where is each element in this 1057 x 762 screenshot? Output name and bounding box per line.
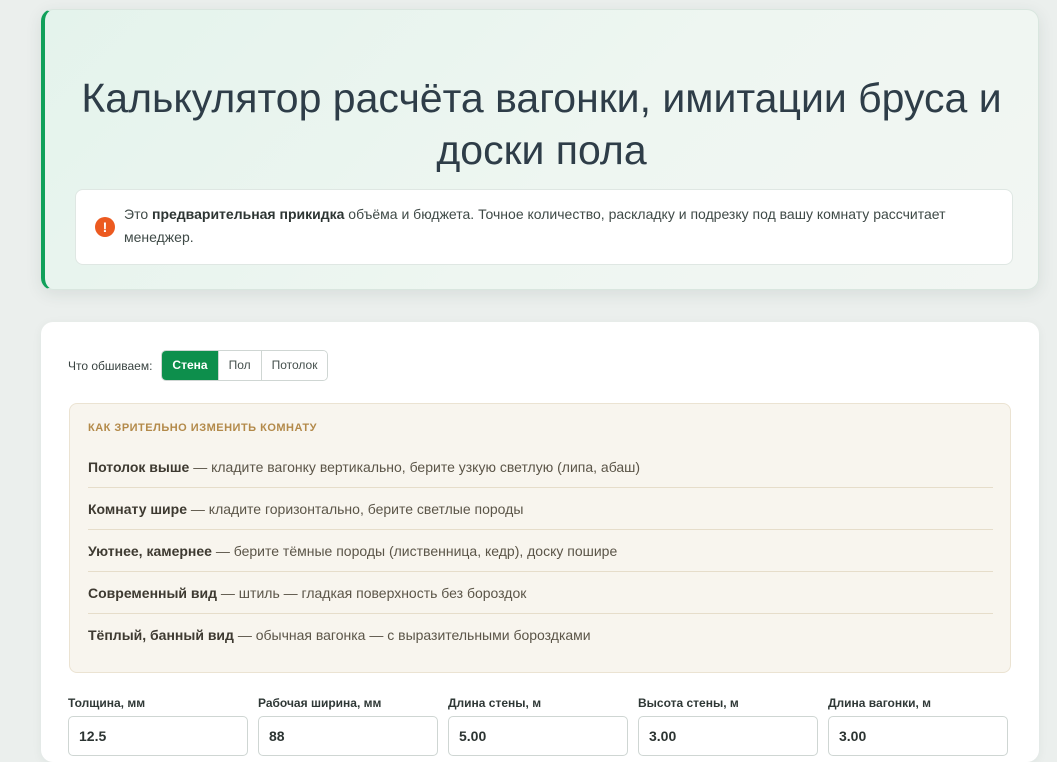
tip-item: Комнату шире — кладите горизонтально, бе…	[88, 488, 993, 530]
tip-heading: Потолок выше	[88, 459, 190, 475]
working-width-input[interactable]	[258, 716, 438, 756]
board-length-label: Длина вагонки, м	[828, 696, 932, 710]
tip-text: — кладите горизонтально, берите светлые …	[187, 501, 524, 517]
field-thickness: Толщина, мм	[68, 692, 248, 756]
notice-bold: предварительная прикидка	[152, 206, 345, 222]
tip-heading: Современный вид	[88, 585, 218, 601]
wall-length-label: Длина стены, м	[448, 696, 542, 710]
field-working-width: Рабочая ширина, мм	[258, 692, 438, 756]
hero-banner: Калькулятор расчёта вагонки, имитации бр…	[41, 9, 1039, 290]
field-wall-height: Высота стены, м	[638, 692, 818, 756]
tips-panel: КАК ЗРИТЕЛЬНО ИЗМЕНИТЬ КОМНАТУ Потолок в…	[69, 403, 1011, 673]
calculator-card: Что обшиваем: Стена Пол Потолок КАК ЗРИТ…	[41, 322, 1039, 762]
tip-item: Современный вид — штиль — гладкая поверх…	[88, 572, 993, 614]
surface-label: Что обшиваем:	[68, 358, 153, 373]
tips-title: КАК ЗРИТЕЛЬНО ИЗМЕНИТЬ КОМНАТУ	[88, 422, 317, 434]
board-length-input[interactable]	[828, 716, 1008, 756]
surface-option-ceiling[interactable]: Потолок	[261, 351, 328, 380]
dimension-fields: Толщина, мм Рабочая ширина, мм Длина сте…	[68, 692, 1012, 756]
page-title: Калькулятор расчёта вагонки, имитации бр…	[81, 75, 1002, 173]
tip-item: Уютнее, камернее — берите тёмные породы …	[88, 530, 993, 572]
surface-option-wall[interactable]: Стена	[162, 351, 219, 380]
wall-height-input[interactable]	[638, 716, 818, 756]
tip-text: — кладите вагонку вертикально, берите уз…	[189, 459, 641, 475]
tip-heading: Тёплый, банный вид	[88, 627, 234, 643]
wall-height-label: Высота стены, м	[638, 696, 739, 710]
field-wall-length: Длина стены, м	[448, 692, 628, 756]
notice-box: ! Это предварительная прикидка объёма и …	[75, 189, 1013, 265]
tip-heading: Уютнее, камернее	[88, 543, 212, 559]
wall-length-input[interactable]	[448, 716, 628, 756]
notice-text: Это предварительная прикидка объёма и бю…	[124, 203, 994, 249]
notice-prefix: Это	[124, 206, 152, 222]
tip-heading: Комнату шире	[88, 501, 188, 517]
surface-option-floor[interactable]: Пол	[218, 351, 262, 380]
tip-text: — штиль — гладкая поверхность без борозд…	[217, 585, 527, 601]
tips-list: Потолок выше — кладите вагонку вертикаль…	[88, 446, 993, 656]
surface-selector: Что обшиваем: Стена Пол Потолок	[68, 350, 329, 381]
tip-item: Потолок выше — кладите вагонку вертикаль…	[88, 446, 993, 488]
tip-text: — берите тёмные породы (лиственница, кед…	[211, 543, 618, 559]
thickness-input[interactable]	[68, 716, 248, 756]
exclamation-icon: !	[95, 217, 115, 237]
working-width-label: Рабочая ширина, мм	[258, 696, 382, 710]
field-board-length: Длина вагонки, м	[828, 692, 1008, 756]
surface-segmented-control: Стена Пол Потолок	[161, 350, 329, 381]
tip-text: — обычная вагонка — с выразительными бор…	[233, 627, 591, 643]
tip-item: Тёплый, банный вид — обычная вагонка — с…	[88, 614, 993, 656]
thickness-label: Толщина, мм	[68, 696, 146, 710]
